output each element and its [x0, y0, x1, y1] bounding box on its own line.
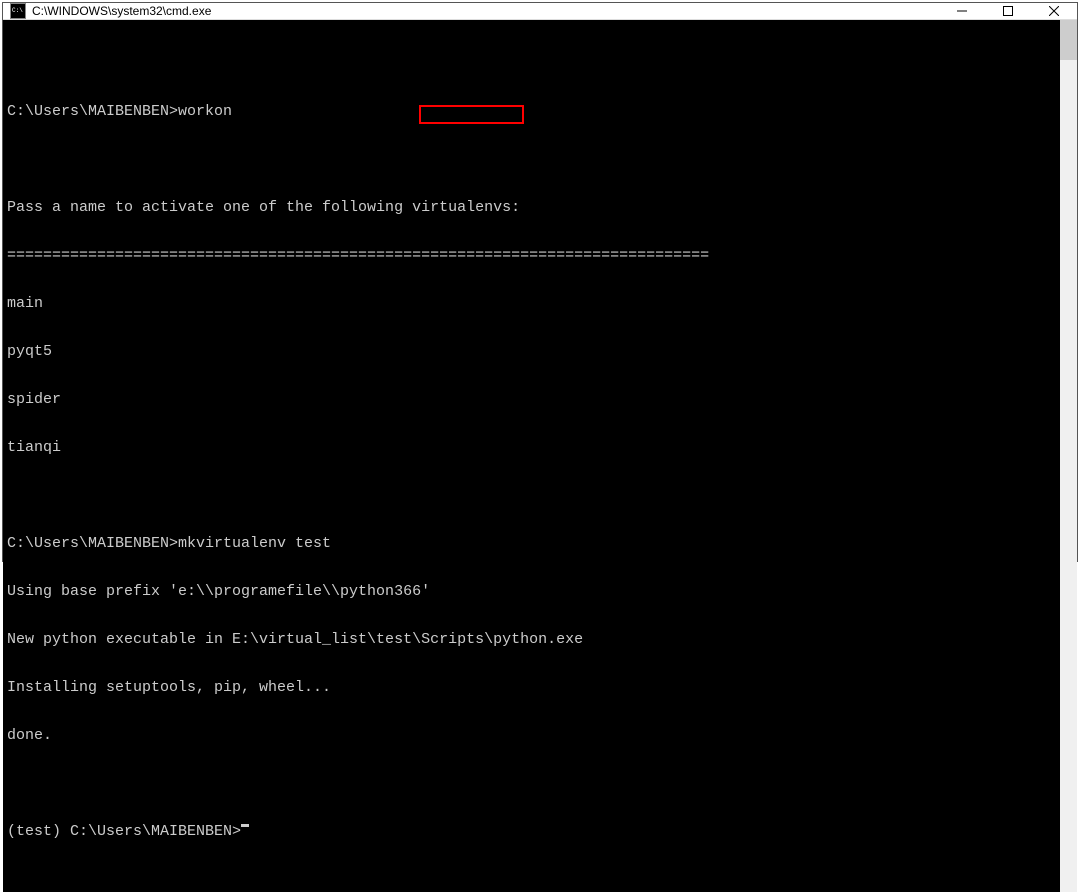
maximize-button[interactable]: [985, 3, 1031, 19]
titlebar[interactable]: C:\WINDOWS\system32\cmd.exe: [3, 3, 1077, 20]
cmd-window: C:\WINDOWS\system32\cmd.exe C:\Users\MAI…: [2, 2, 1078, 562]
terminal-output[interactable]: C:\Users\MAIBENBEN>workon Pass a name to…: [3, 20, 1060, 892]
window-title: C:\WINDOWS\system32\cmd.exe: [32, 4, 939, 18]
output-line: Pass a name to activate one of the follo…: [7, 200, 1060, 216]
prompt-line: (test) C:\Users\MAIBENBEN>: [7, 824, 1060, 840]
cmd-icon: [10, 3, 26, 19]
highlighted-word: virtualenvs: [412, 200, 511, 216]
output-line: Installing setuptools, pip, wheel...: [7, 680, 1060, 696]
maximize-icon: [1003, 6, 1013, 16]
output-line: New python executable in E:\virtual_list…: [7, 632, 1060, 648]
cmd-line: C:\Users\MAIBENBEN>workon: [7, 104, 1060, 120]
close-icon: [1049, 6, 1059, 16]
minimize-button[interactable]: [939, 3, 985, 19]
env-item: spider: [7, 392, 1060, 408]
terminal-container: C:\Users\MAIBENBEN>workon Pass a name to…: [3, 20, 1077, 892]
minimize-icon: [957, 6, 967, 16]
vertical-scrollbar[interactable]: [1060, 20, 1077, 892]
scrollbar-thumb[interactable]: [1060, 20, 1077, 60]
separator-line: ========================================…: [7, 248, 1060, 264]
env-item: tianqi: [7, 440, 1060, 456]
cursor: [241, 824, 249, 827]
env-item: pyqt5: [7, 344, 1060, 360]
close-button[interactable]: [1031, 3, 1077, 19]
cmd-line: C:\Users\MAIBENBEN>mkvirtualenv test: [7, 536, 1060, 552]
output-line: done.: [7, 728, 1060, 744]
output-line: Using base prefix 'e:\\programefile\\pyt…: [7, 584, 1060, 600]
window-controls: [939, 3, 1077, 19]
env-item: main: [7, 296, 1060, 312]
